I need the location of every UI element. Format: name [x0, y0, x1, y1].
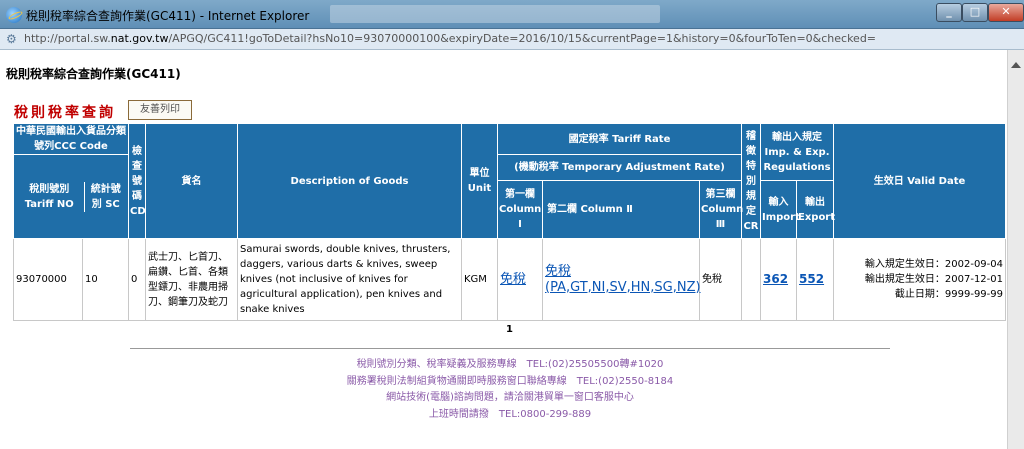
address-bar[interactable]: ⚙ http://portal.sw.nat.gov.tw/APGQ/GC411… [0, 29, 1024, 50]
tariff-no-cell: 93070000 [13, 238, 83, 321]
page-icon: ⚙ [6, 32, 17, 46]
table-row: 93070000 10 0 武士刀、匕首刀、扁鑽、匕首、各類型鏢刀、非農用掃刀、… [13, 238, 1007, 321]
special-rule-cell [741, 238, 761, 321]
page-number[interactable]: 1 [506, 324, 513, 335]
column-2-rate-link[interactable]: 免稅 (PA,GT,NI,SV,HN,SG,NZ) [545, 264, 701, 295]
regulations-header: 輸出入規定 Imp. & Exp. Regulations [759, 123, 835, 181]
footer-line-3: 網站技術(電腦)諮詢問題，請洽關港貿單一窗口客服中心 [386, 392, 634, 403]
check-code-cell: 0 [128, 238, 146, 321]
column-2-cell: 免稅 (PA,GT,NI,SV,HN,SG,NZ) [542, 238, 701, 321]
section-title: 稅則稅率查詢 [14, 105, 116, 121]
page-heading: 稅則稅率綜合查詢作業(GC411) [6, 67, 181, 81]
end-date: 截止日期：9999-99-99 [894, 289, 1004, 300]
unit-cell: KGM [461, 238, 498, 321]
maximize-button[interactable]: □ [962, 3, 988, 22]
close-button[interactable]: ✕ [988, 3, 1024, 22]
window-title: 稅則稅率綜合查詢作業(GC411) - Internet Explorer [26, 9, 310, 23]
tariff-table: 中華民國輸出入貨品分類號列CCC Code 檢查號碼 CD 貨名 Descrip… [13, 123, 1007, 321]
footer-line-4: 上班時間請撥 TEL:0800-299-889 [428, 408, 592, 420]
column-1-rate-link[interactable]: 免稅 [500, 272, 526, 287]
window-titlebar: 稅則稅率綜合查詢作業(GC411) - Internet Explorer _ … [0, 0, 1024, 29]
page-content: 稅則稅率綜合查詢作業(GC411) 稅則稅率查詢 友善列印 中華民國輸出入貨品分… [0, 50, 1007, 449]
column-1-header: 第一欄 Column Ⅰ [497, 180, 543, 239]
tariff-no-header: 稅則號別 Tariff NO [15, 181, 85, 212]
ccc-code-header: 中華民國輸出入貨品分類號列CCC Code [13, 123, 129, 155]
description-header: Description of Goods [237, 123, 462, 239]
vertical-scrollbar[interactable] [1007, 50, 1024, 449]
stat-no-cell: 10 [82, 238, 129, 321]
goods-name-cell: 武士刀、匕首刀、扁鑽、匕首、各類型鏢刀、非農用掃刀、鋼筆刀及蛇刀 [145, 238, 238, 321]
footer-line-2: 關務署稅則法制組貨物通關即時服務窗口聯絡專線 TEL:(02)2550-8184 [346, 375, 674, 387]
tariff-rate-header: 國定稅率 Tariff Rate [497, 123, 742, 155]
import-valid-date: 輸入規定生效日：2002-09-04 [864, 259, 1004, 270]
column-2-header: 第二欄 Column Ⅱ [542, 180, 700, 239]
unit-header: 單位 Unit [461, 123, 498, 239]
column-3-header: 第三欄 Column Ⅲ [699, 180, 743, 239]
check-code-header: 檢查號碼 CD [128, 123, 146, 239]
url-text[interactable]: http://portal.sw.nat.gov.tw/APGQ/GC411!g… [24, 32, 876, 45]
valid-date-cell: 輸入規定生效日：2002-09-04 輸出規定生效日：2007-12-01 截止… [833, 238, 1007, 321]
goods-name-header: 貨名 [145, 123, 238, 239]
valid-date-header: 生效日 Valid Date [833, 123, 1007, 239]
scroll-up-arrow-icon[interactable] [1011, 62, 1021, 68]
import-regulation-link[interactable]: 362 [763, 272, 788, 286]
temp-adjust-header: (機動稅率 Temporary Adjustment Rate) [497, 154, 742, 181]
minimize-button[interactable]: _ [936, 3, 962, 22]
description-cell: Samurai swords, double knives, thrusters… [237, 238, 462, 321]
export-regulation-link[interactable]: 552 [799, 272, 824, 286]
footer: 稅則號別分類、稅率疑義及服務專線 TEL:(02)25505500轉#1020 … [130, 357, 890, 423]
import-header: 輸入 Import [760, 180, 800, 239]
column-1-cell: 免稅 [497, 238, 543, 321]
background-window-blur [330, 5, 660, 23]
special-rule-header: 稽徵特別規定 CR [741, 123, 761, 239]
column-3-cell: 免稅 [699, 238, 742, 321]
friendly-print-button[interactable]: 友善列印 [128, 100, 192, 120]
export-valid-date: 輸出規定生效日：2007-12-01 [864, 274, 1004, 285]
stat-no-header: 統計號別 SC [84, 181, 127, 212]
footer-divider [130, 348, 890, 349]
tariff-no-header-group: 稅則號別 Tariff NO 統計號別 SC [13, 154, 129, 239]
export-cell: 552 [795, 238, 835, 321]
export-header: 輸出 Export [795, 180, 835, 239]
import-cell: 362 [760, 238, 797, 321]
footer-line-1: 稅則號別分類、稅率疑義及服務專線 TEL:(02)25505500轉#1020 [356, 359, 664, 370]
internet-explorer-icon [6, 7, 22, 23]
